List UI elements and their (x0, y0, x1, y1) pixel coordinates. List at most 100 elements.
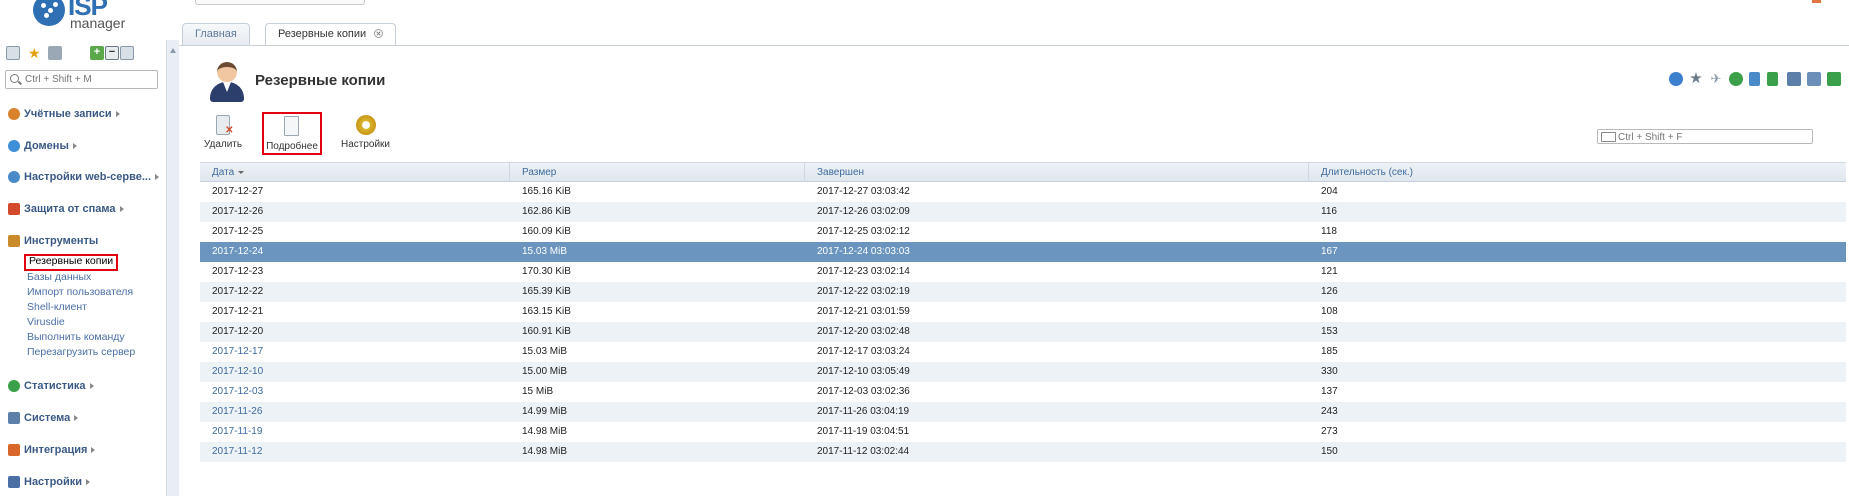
excel-export-icon[interactable] (1827, 72, 1841, 86)
notification-icon[interactable] (1812, 0, 1821, 3)
isp-manager-logo[interactable]: ISP manager (30, 0, 150, 38)
cell-size: 160.09 KiB (522, 226, 571, 237)
cell-finished: 2017-11-12 03:02:44 (817, 446, 910, 457)
sidebar-search-input[interactable] (25, 73, 153, 86)
sidebar-item-web-settings[interactable]: Настройки web-серве... (8, 169, 166, 185)
table-row[interactable]: 2017-12-23 170.30 KiB 2017-12-23 03:02:14 1… (200, 262, 1846, 282)
settings-icon (8, 476, 20, 488)
cell-date[interactable]: 2017-12-17 (200, 342, 510, 362)
cell-duration: 330 (1321, 366, 1338, 377)
tab-label: Главная (195, 28, 237, 40)
sidebar-subitem-databases[interactable]: Базы данных (27, 270, 91, 284)
sidebar-subitem-run-command[interactable]: Выполнить команду (27, 330, 125, 344)
global-view-icon[interactable] (1729, 72, 1743, 86)
refresh-icon[interactable] (1669, 72, 1683, 86)
cell-size: 163.15 KiB (522, 306, 571, 317)
expand-all-icon[interactable]: + (90, 46, 104, 60)
cell-duration: 204 (1321, 186, 1338, 197)
details-button[interactable]: Подробнее (262, 112, 322, 155)
print-icon[interactable] (1787, 72, 1801, 86)
chevron-right-icon (119, 206, 124, 212)
cell-date[interactable]: 2017-11-19 (200, 422, 510, 442)
cell-duration: 150 (1321, 446, 1338, 457)
sidebar-subitem-user-import[interactable]: Импорт пользователя (27, 285, 133, 299)
pin-icon[interactable] (120, 46, 134, 60)
menu-tree-icon[interactable] (6, 46, 20, 60)
column-header-date[interactable]: Дата (200, 163, 510, 182)
cell-size: 14.98 MiB (522, 426, 568, 437)
column-header-size[interactable]: Размер (510, 163, 805, 182)
briefcase-icon[interactable] (48, 46, 62, 60)
chevron-right-icon (86, 479, 91, 485)
tab-backups[interactable]: Резервные копии (265, 23, 397, 46)
chevron-right-icon (74, 415, 79, 421)
sidebar-item-label: Учётные записи (24, 108, 112, 120)
settings-button[interactable]: Настройки (338, 113, 393, 153)
sidebar-item-label: Инструменты (24, 235, 99, 247)
tab-home[interactable]: Главная (182, 23, 250, 45)
cell-date: 2017-12-26 (212, 206, 264, 217)
table-row[interactable]: 2017-11-19 14.98 MiB 2017-11-19 03:04:51 27… (200, 422, 1846, 442)
favorite-star-icon[interactable]: ★ (1689, 71, 1703, 86)
collapse-all-icon[interactable]: − (105, 46, 119, 60)
sidebar-item-spam-protection[interactable]: Защита от спама (8, 201, 166, 217)
close-tab-icon[interactable] (374, 29, 384, 38)
table-row[interactable]: 2017-11-26 14.99 MiB 2017-11-26 03:04:19 24… (200, 402, 1846, 422)
table-row[interactable]: 2017-12-10 15.00 MiB 2017-12-10 03:05:49 33… (200, 362, 1846, 382)
cell-date[interactable]: 2017-12-24 (200, 242, 510, 262)
delete-button[interactable]: ✕ Удалить (202, 113, 244, 153)
column-header-duration[interactable]: Длительность (сек.) (1309, 163, 1846, 182)
table-row[interactable]: 2017-12-20 160.91 KiB 2017-12-20 03:02:48 1… (200, 322, 1846, 342)
sidebar-item-tools[interactable]: Инструменты (8, 233, 166, 249)
sidebar-subitem-reboot-server[interactable]: Перезагрузить сервер (27, 345, 135, 359)
table-filter-input[interactable] (1618, 131, 1808, 143)
table-row[interactable]: 2017-12-17 15.03 MiB 2017-12-17 03:03:24 18… (200, 342, 1846, 362)
integration-icon (8, 444, 20, 456)
sidebar-subitem-shell-client[interactable]: Shell-клиент (27, 300, 87, 314)
sidebar-item-label: Настройки web-серве... (24, 171, 152, 183)
sidebar-item-system[interactable]: Система (8, 410, 166, 426)
table-row[interactable]: 2017-12-21 163.15 KiB 2017-12-21 03:01:59 1… (200, 302, 1846, 322)
delete-button-label: Удалить (203, 139, 243, 150)
table-row[interactable]: 2017-12-24 15.03 MiB 2017-12-24 03:03:03 16… (200, 242, 1846, 262)
table-row[interactable]: 2017-12-25 160.09 KiB 2017-12-25 03:02:12 1… (200, 222, 1846, 242)
cell-date[interactable]: 2017-11-12 (200, 442, 510, 462)
favorites-star-icon[interactable]: ★ (28, 46, 42, 60)
sidebar-item-accounts[interactable]: Учётные записи (8, 106, 166, 122)
tab-bar: Главная Резервные копии (179, 0, 1849, 46)
cell-finished: 2017-12-17 03:03:24 (817, 346, 910, 357)
cell-date[interactable]: 2017-12-10 (200, 362, 510, 382)
shield-icon (8, 203, 20, 215)
column-header-finished[interactable]: Завершен (805, 163, 1309, 182)
settings-button-label: Настройки (340, 139, 391, 150)
table-row[interactable]: 2017-11-12 14.98 MiB 2017-11-12 03:02:44 15… (200, 442, 1846, 462)
search-icon (10, 74, 19, 83)
table-row[interactable]: 2017-12-03 15 MiB 2017-12-03 03:02:36 137 (200, 382, 1846, 402)
cell-duration: 153 (1321, 326, 1338, 337)
cell-duration: 137 (1321, 386, 1338, 397)
export-icon[interactable] (1767, 72, 1778, 86)
cell-size: 15.03 MiB (522, 246, 568, 257)
chevron-right-icon (72, 143, 77, 149)
pin-icon[interactable]: ✈ (1709, 72, 1723, 86)
sidebar-item-label: Защита от спама (24, 203, 116, 215)
sidebar-subitem-virusdie[interactable]: Virusdie (27, 315, 65, 329)
table-row[interactable]: 2017-12-26 162.86 KiB 2017-12-26 03:02:09 1… (200, 202, 1846, 222)
sidebar-collapse-handle[interactable] (166, 40, 179, 496)
sidebar-item-integration[interactable]: Интеграция (8, 442, 166, 458)
cell-size: 165.16 KiB (522, 186, 571, 197)
table-settings-icon[interactable] (1807, 72, 1821, 86)
copy-icon[interactable] (1749, 72, 1760, 86)
table-row[interactable]: 2017-12-27 165.16 KiB 2017-12-27 03:03:42 2… (200, 182, 1846, 202)
filter-icon (1601, 132, 1616, 142)
sidebar-item-statistics[interactable]: Статистика (8, 378, 166, 394)
web-settings-icon (8, 171, 20, 183)
sidebar-item-domains[interactable]: Домены (8, 138, 166, 154)
cell-date[interactable]: 2017-11-26 (200, 402, 510, 422)
table-row[interactable]: 2017-12-22 165.39 KiB 2017-12-22 03:02:19 1… (200, 282, 1846, 302)
cell-date[interactable]: 2017-12-03 (200, 382, 510, 402)
sidebar-item-settings[interactable]: Настройки (8, 474, 166, 490)
global-search-field[interactable] (195, 0, 365, 5)
cell-date: 2017-12-22 (212, 286, 264, 297)
sidebar-subitem-backups[interactable]: Резервные копии (24, 254, 119, 271)
